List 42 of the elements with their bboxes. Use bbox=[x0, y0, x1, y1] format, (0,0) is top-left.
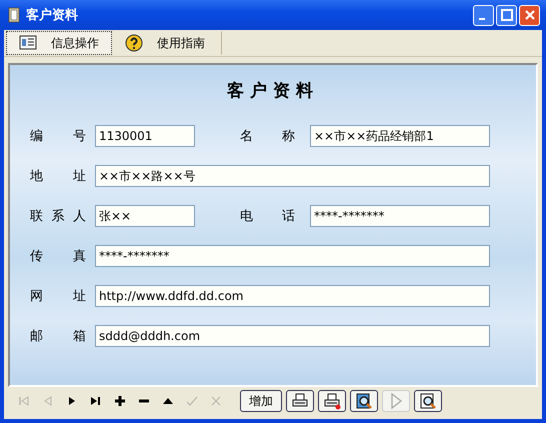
add-button[interactable]: 增加 bbox=[240, 390, 282, 412]
close-button[interactable] bbox=[519, 4, 540, 26]
plus-icon bbox=[113, 394, 127, 408]
field-label: 传真 bbox=[30, 248, 86, 265]
card-icon bbox=[19, 35, 37, 51]
magnifier-icon bbox=[355, 392, 373, 410]
input-field[interactable]: http://www.ddfd.dd.com bbox=[95, 285, 490, 307]
close-icon bbox=[524, 9, 536, 21]
maximize-icon bbox=[500, 9, 512, 21]
field-label: 编号 bbox=[30, 128, 86, 145]
input-field[interactable]: ××市××药品经销部1 bbox=[310, 125, 490, 147]
print-button[interactable] bbox=[318, 390, 346, 412]
book-icon bbox=[6, 7, 22, 23]
field-label: 联系人 bbox=[30, 208, 86, 225]
input-field[interactable]: 张×× bbox=[95, 205, 195, 227]
search-button[interactable] bbox=[414, 390, 442, 412]
input-field[interactable]: ****-******* bbox=[310, 205, 490, 227]
field-label: 地址 bbox=[30, 168, 86, 185]
window-title: 客户资料 bbox=[26, 6, 78, 24]
minimize-icon bbox=[479, 18, 485, 20]
cancel-icon bbox=[209, 394, 223, 408]
input-field[interactable]: 1130001 bbox=[95, 125, 195, 147]
print-button[interactable] bbox=[286, 390, 314, 412]
form-title: 客户资料 bbox=[226, 80, 320, 102]
first-record-icon bbox=[17, 394, 31, 408]
printer-icon bbox=[323, 392, 341, 410]
toolbar-tab[interactable]: 使用指南 bbox=[112, 31, 222, 55]
input-field[interactable]: sddd@dddh.com bbox=[95, 325, 490, 347]
maximize-button[interactable] bbox=[496, 4, 517, 26]
help-icon bbox=[125, 34, 143, 52]
minimize-button[interactable] bbox=[473, 4, 494, 26]
field-label: 名称 bbox=[240, 128, 295, 145]
field-label: 电话 bbox=[240, 208, 295, 225]
last-record-icon bbox=[89, 394, 103, 408]
input-field[interactable]: ****-******* bbox=[95, 245, 490, 267]
check-icon bbox=[185, 394, 199, 408]
search-button[interactable] bbox=[350, 390, 378, 412]
field-label: 网址 bbox=[30, 288, 86, 305]
input-field[interactable]: ××市××路××号 bbox=[95, 165, 490, 187]
field-label: 邮箱 bbox=[30, 328, 86, 345]
magnifier-icon bbox=[419, 392, 437, 410]
toolbar-tab[interactable]: 信息操作 bbox=[6, 31, 112, 55]
